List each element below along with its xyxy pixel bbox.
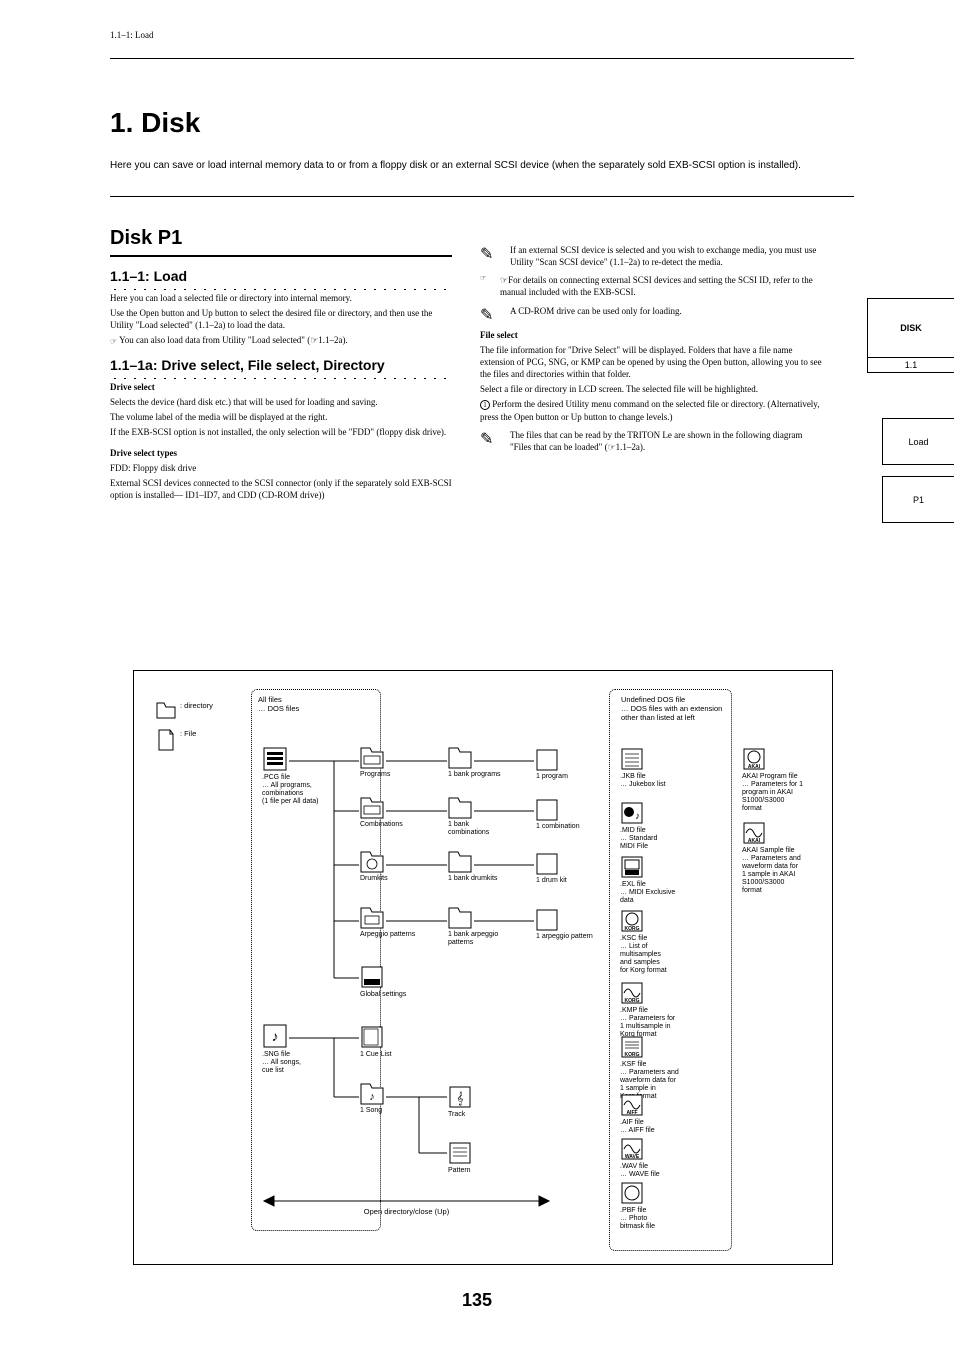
running-head: 1.1–1: Load xyxy=(110,30,154,40)
svg-text:AKAI: AKAI xyxy=(748,764,761,770)
paragraph: External SCSI devices connected to the S… xyxy=(110,477,452,501)
side-tab: 1.1 xyxy=(868,357,954,372)
node-pcg-file: .PCG file … All programs, combinations (… xyxy=(262,746,318,806)
node-kmp: KORG.KMP file … Parameters for 1 multisa… xyxy=(620,981,720,1039)
node-mid: ♪.MID file … Standard MIDI File xyxy=(620,801,710,851)
field-label: Drive select types xyxy=(110,447,452,459)
reference-icon: ☞ xyxy=(480,274,486,283)
svg-text:AKAI: AKAI xyxy=(748,838,761,844)
tab-p1[interactable]: P1 xyxy=(882,476,954,523)
svg-text:KORG: KORG xyxy=(625,1052,640,1058)
node-pbf: .PBF file … Photo bitmask file xyxy=(620,1181,710,1231)
page-number: 135 xyxy=(0,1290,954,1311)
node-arp-bank: 1 bank arpeggio patterns xyxy=(448,907,520,947)
node-wav: WAVE.WAV file … WAVE file xyxy=(620,1137,710,1179)
svg-text:♪: ♪ xyxy=(635,811,640,822)
node-exl: .EXL file … MIDI Exclusive data xyxy=(620,855,710,905)
paragraph: Selects the device (hard disk etc.) that… xyxy=(110,396,452,408)
subsection-heading: 1.1–1: Load xyxy=(110,267,452,288)
node-akai-program: AKAIAKAI Program file … Parameters for 1… xyxy=(742,747,827,813)
note-block: ✎ The files that can be read by the TRIT… xyxy=(480,429,822,453)
svg-text:AIFF: AIFF xyxy=(626,1110,637,1116)
paragraph: FDD: Floppy disk drive xyxy=(110,462,452,474)
subsection-heading: 1.1–1a: Drive select, File select, Direc… xyxy=(110,356,452,377)
page-subtitle: Here you can save or load internal memor… xyxy=(110,160,854,171)
node-ksc: KORG.KSC file … List of multisamples and… xyxy=(620,909,720,975)
svg-text:♪: ♪ xyxy=(369,1091,375,1103)
node-1combination: 1 combination xyxy=(536,799,580,831)
node-combi-bank: 1 bank combinations xyxy=(448,797,510,837)
note-text: A CD-ROM drive can be used only for load… xyxy=(510,306,682,316)
field-label: File select xyxy=(480,329,822,341)
section-heading: Disk P1 xyxy=(110,225,452,257)
paragraph: The file information for "Drive Select" … xyxy=(480,344,822,380)
node-1program: 1 program xyxy=(536,749,568,781)
node-drumkits-dir: Drumkits xyxy=(360,851,388,883)
file-hierarchy-diagram: : directory : File All files … DOS files… xyxy=(133,670,833,1265)
paragraph: ☞ You can also load data from Utility "L… xyxy=(110,334,452,348)
svg-text:𝄞: 𝄞 xyxy=(456,1091,463,1105)
top-rule xyxy=(110,58,854,59)
side-tab-main: DISK xyxy=(868,299,954,357)
paragraph: Select a file or directory in LCD screen… xyxy=(480,383,822,395)
arrow-label: Open directory/close (Up) xyxy=(264,1207,549,1216)
node-drum-bank: 1 bank drumkits xyxy=(448,851,510,883)
node-1arpeggio: 1 arpeggio pattern xyxy=(536,909,596,941)
paragraph: Use the Open button and Up button to sel… xyxy=(110,307,452,331)
title-rule xyxy=(110,196,854,197)
node-programs-dir: Programs xyxy=(360,747,390,779)
page-title: 1. Disk xyxy=(110,107,200,139)
file-icon: ♪ xyxy=(262,1023,288,1049)
svg-text:KORG: KORG xyxy=(625,926,640,932)
note-icon: ✎ xyxy=(480,429,493,451)
paragraph: The volume label of the media will be di… xyxy=(110,411,452,423)
node-jkb: .JKB file … Jukebox list xyxy=(620,747,710,789)
node-1drumkit: 1 drum kit xyxy=(536,853,567,885)
node-ksf: KORG.KSF file … Parameters and waveform … xyxy=(620,1035,720,1101)
note-text: If an external SCSI device is selected a… xyxy=(510,245,816,267)
reference-block: ☞ ☞For details on connecting external SC… xyxy=(480,274,822,298)
file-icon xyxy=(262,746,288,772)
note-text: The files that can be read by the TRITON… xyxy=(510,430,802,452)
node-global: Global settings xyxy=(360,965,406,999)
node-prog-bank: 1 bank programs xyxy=(448,747,510,779)
paragraph: If the EXB-SCSI option is not installed,… xyxy=(110,426,452,438)
node-aif: AIFF.AIF file … AIFF file xyxy=(620,1093,710,1135)
node-pattern: Pattern xyxy=(448,1141,472,1175)
svg-text:WAVE: WAVE xyxy=(625,1154,640,1160)
right-tabs: Load P1 xyxy=(882,418,954,534)
side-tab-group: DISK 1.1 xyxy=(867,298,954,373)
node-akai-sample: AKAIAKAI Sample file … Parameters and wa… xyxy=(742,821,827,895)
node-arpeggio-dir: Arpeggio patterns xyxy=(360,907,424,939)
node-song-dir: ♪1 Song xyxy=(360,1083,384,1115)
note-icon: ✎ xyxy=(480,244,493,266)
node-cuelist: 1 Cue List xyxy=(360,1025,392,1059)
tab-load[interactable]: Load xyxy=(882,418,954,465)
node-sng-file: ♪ .SNG file … All songs, cue list xyxy=(262,1023,301,1075)
node-track: 𝄞Track xyxy=(448,1085,472,1119)
note-block: ✎ If an external SCSI device is selected… xyxy=(480,244,822,268)
node-combinations-dir: Combinations xyxy=(360,797,403,829)
note-icon: ✎ xyxy=(480,305,493,327)
reference-text: ☞For details on connecting external SCSI… xyxy=(500,275,813,297)
note-block: ✎ A CD-ROM drive can be used only for lo… xyxy=(480,305,822,317)
svg-text:KORG: KORG xyxy=(625,998,640,1004)
svg-text:♪: ♪ xyxy=(272,1028,279,1044)
numbered-step: 1 Perform the desired Utility menu comma… xyxy=(480,398,822,422)
